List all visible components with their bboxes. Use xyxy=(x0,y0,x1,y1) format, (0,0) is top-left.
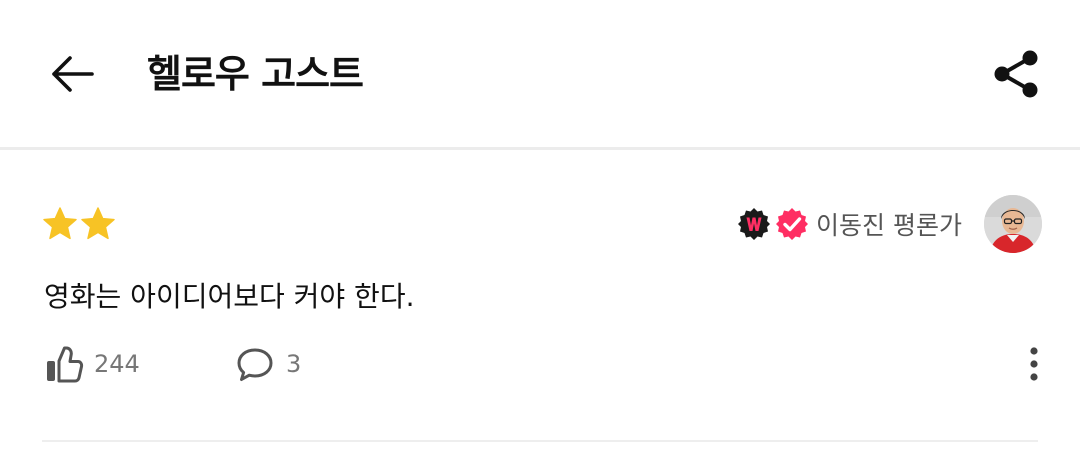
review-actions: 244 3 xyxy=(44,342,1044,386)
page-title: 헬로우 고스트 xyxy=(147,52,364,96)
share-button[interactable] xyxy=(988,46,1044,102)
like-button[interactable]: 244 xyxy=(44,342,140,386)
verified-badge-icon xyxy=(776,208,809,240)
arrow-left-icon xyxy=(52,56,94,92)
app-bar: 헬로우 고스트 xyxy=(0,0,1080,148)
star-rating xyxy=(42,206,116,242)
more-vertical-icon xyxy=(1030,347,1038,381)
review-card: 이동진 평론가 영화는 아이디어보다 커야 한다. 244 3 xyxy=(0,150,1080,471)
share-icon xyxy=(994,50,1038,98)
like-count: 244 xyxy=(94,350,140,378)
comment-button[interactable]: 3 xyxy=(236,342,301,386)
reviewer-name: 이동진 평론가 xyxy=(816,211,962,240)
star-icon xyxy=(43,207,77,240)
comment-icon xyxy=(237,348,273,381)
reviewer-info[interactable]: 이동진 평론가 xyxy=(736,206,962,242)
w-badge-icon xyxy=(738,208,771,240)
review-text: 영화는 아이디어보다 커야 한다. xyxy=(44,280,415,313)
more-options-button[interactable] xyxy=(1022,342,1046,386)
comment-count: 3 xyxy=(286,350,302,378)
star-icon xyxy=(81,207,115,240)
thumbs-up-icon xyxy=(47,346,84,383)
avatar[interactable] xyxy=(984,195,1042,253)
avatar-image xyxy=(984,195,1042,253)
back-button[interactable] xyxy=(46,50,98,98)
review-divider xyxy=(42,440,1038,442)
